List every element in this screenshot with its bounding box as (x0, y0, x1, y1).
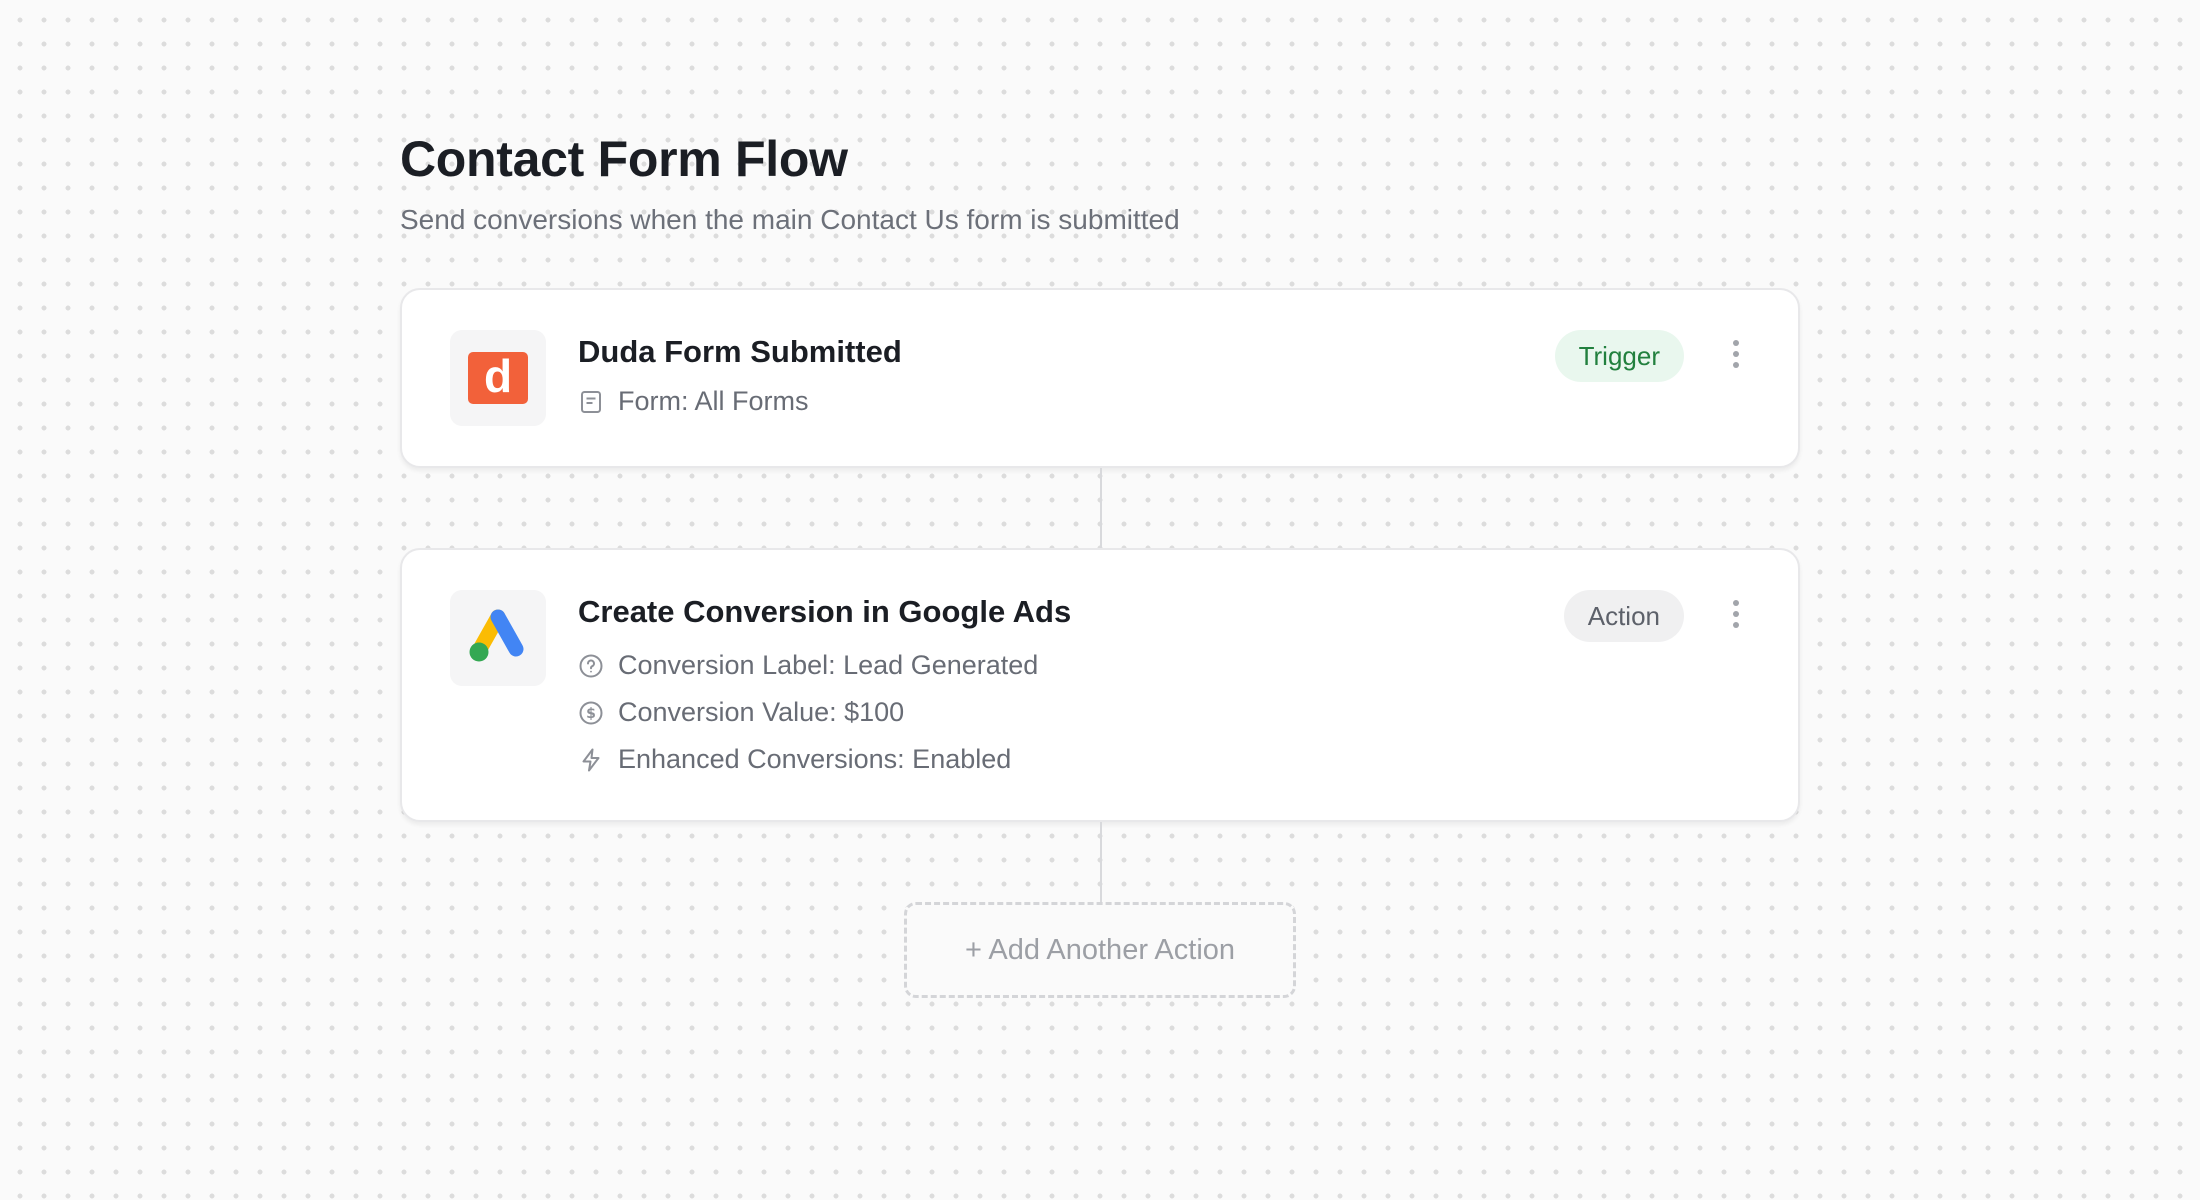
flow-connector-1 (1100, 468, 1102, 548)
add-another-action-button[interactable]: + Add Another Action (904, 902, 1296, 998)
action-detail-text: Conversion Value: $100 (618, 697, 905, 727)
duda-logo-tile: d (450, 330, 546, 426)
action-title: Create Conversion in Google Ads (578, 594, 1072, 629)
trigger-badge: Trigger (1554, 330, 1684, 382)
action-card[interactable]: Create Conversion in Google Ads Conversi… (400, 548, 1800, 822)
page-subtitle: Send conversions when the main Contact U… (400, 204, 1180, 235)
action-badge: Action (1563, 590, 1684, 642)
action-detail-text: Conversion Label: Lead Generated (618, 650, 1039, 680)
form-document-icon (578, 389, 604, 415)
trigger-detail-form: Form: All Forms (578, 386, 809, 417)
trigger-card[interactable]: d Duda Form Submitted Form: All Forms Tr… (400, 288, 1800, 468)
action-detail-conversion-value: $ Conversion Value: $100 (578, 697, 904, 728)
action-detail-conversion-label: Conversion Label: Lead Generated (578, 650, 1038, 681)
action-more-menu-icon[interactable] (1728, 596, 1744, 632)
dollar-circle-icon: $ (578, 700, 604, 726)
lightning-icon (578, 747, 604, 773)
action-detail-text: Enhanced Conversions: Enabled (618, 744, 1012, 774)
trigger-detail-text: Form: All Forms (618, 386, 809, 416)
trigger-more-menu-icon[interactable] (1728, 336, 1744, 372)
action-detail-enhanced-conversions: Enhanced Conversions: Enabled (578, 744, 1011, 775)
google-ads-logo (469, 609, 524, 662)
google-ads-logo-tile (450, 590, 546, 686)
trigger-title: Duda Form Submitted (578, 334, 902, 369)
svg-text:$: $ (586, 706, 596, 722)
question-circle-icon (578, 653, 604, 679)
flow-connector-2 (1100, 822, 1102, 902)
page-title: Contact Form Flow (400, 131, 848, 187)
duda-logo-letter: d (483, 350, 513, 402)
duda-logo: d (468, 352, 528, 404)
